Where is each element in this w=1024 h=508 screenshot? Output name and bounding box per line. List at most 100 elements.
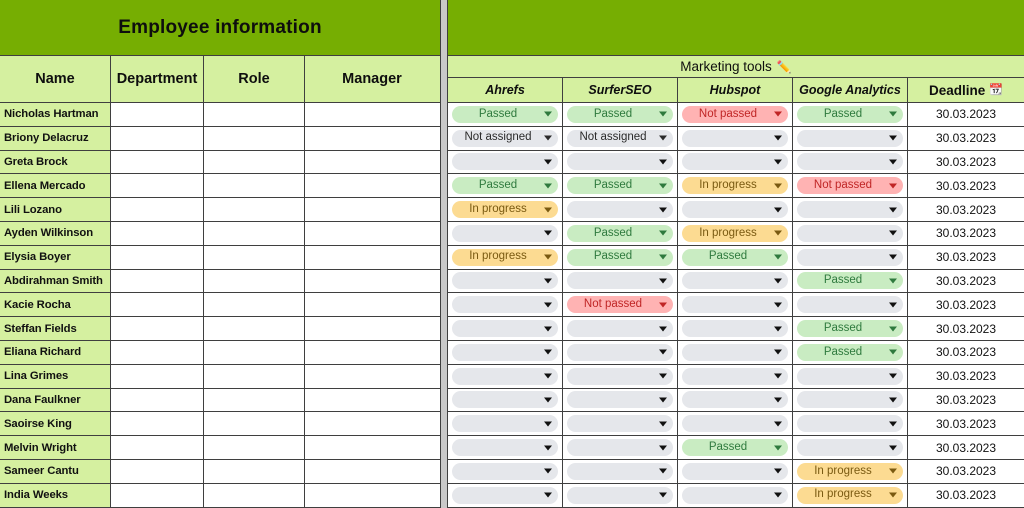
status-dropdown-google_analytics[interactable]: In progress xyxy=(797,486,903,504)
status-dropdown-surferseo[interactable] xyxy=(567,391,673,409)
table-row[interactable]: In progress 30.03.2023 xyxy=(448,198,1024,222)
chevron-down-icon[interactable] xyxy=(544,159,552,165)
cell-ahrefs[interactable] xyxy=(448,269,563,293)
column-header-deadline[interactable]: Deadline 📆 xyxy=(908,78,1024,102)
cell-surferseo[interactable]: Passed xyxy=(563,103,678,126)
cell-deadline[interactable]: 30.03.2023 xyxy=(908,221,1024,245)
chevron-down-icon[interactable] xyxy=(889,349,897,355)
chevron-down-icon[interactable] xyxy=(659,421,667,427)
cell-surferseo[interactable]: Passed xyxy=(563,245,678,269)
chevron-down-icon[interactable] xyxy=(659,183,667,189)
cell-deadline[interactable]: 30.03.2023 xyxy=(908,245,1024,269)
cell-hubspot[interactable] xyxy=(678,269,793,293)
cell-department[interactable] xyxy=(111,269,204,293)
cell-department[interactable] xyxy=(111,103,204,126)
cell-ahrefs[interactable] xyxy=(448,436,563,459)
chevron-down-icon[interactable] xyxy=(889,326,897,332)
status-dropdown-ahrefs[interactable] xyxy=(452,343,558,361)
cell-deadline[interactable]: 30.03.2023 xyxy=(908,483,1024,507)
status-dropdown-hubspot[interactable] xyxy=(682,367,788,385)
chevron-down-icon[interactable] xyxy=(544,135,552,141)
cell-department[interactable] xyxy=(111,483,204,507)
cell-name[interactable]: Sameer Cantu xyxy=(0,459,111,483)
cell-manager[interactable] xyxy=(305,412,439,436)
chevron-down-icon[interactable] xyxy=(659,111,667,117)
cell-ahrefs[interactable] xyxy=(448,388,563,412)
chevron-down-icon[interactable] xyxy=(659,230,667,236)
table-row[interactable]: 30.03.2023 xyxy=(448,388,1024,413)
cell-google-analytics[interactable] xyxy=(793,126,908,150)
table-row[interactable]: Briony Delacruz xyxy=(0,126,440,151)
status-dropdown-surferseo[interactable] xyxy=(567,153,673,171)
cell-hubspot[interactable] xyxy=(678,317,793,340)
table-row[interactable]: Passed 30.03.2023 xyxy=(448,269,1024,294)
status-dropdown-google_analytics[interactable] xyxy=(797,248,903,266)
cell-google-analytics[interactable] xyxy=(793,388,908,412)
chevron-down-icon[interactable] xyxy=(774,397,782,403)
cell-surferseo[interactable] xyxy=(563,340,678,364)
cell-role[interactable] xyxy=(204,293,305,317)
column-header-name[interactable]: Name xyxy=(0,56,111,102)
status-dropdown-hubspot[interactable] xyxy=(682,296,788,314)
chevron-down-icon[interactable] xyxy=(889,207,897,213)
status-dropdown-surferseo[interactable] xyxy=(567,415,673,433)
chevron-down-icon[interactable] xyxy=(774,492,782,498)
chevron-down-icon[interactable] xyxy=(889,111,897,117)
status-dropdown-ahrefs[interactable] xyxy=(452,224,558,242)
cell-manager[interactable] xyxy=(305,198,439,221)
cell-name[interactable]: Nicholas Hartman xyxy=(0,103,111,126)
column-header-hubspot[interactable]: Hubspot xyxy=(678,78,793,102)
status-dropdown-hubspot[interactable]: Passed xyxy=(682,248,788,266)
status-dropdown-ahrefs[interactable] xyxy=(452,153,558,171)
cell-google-analytics[interactable] xyxy=(793,198,908,221)
cell-hubspot[interactable] xyxy=(678,412,793,436)
status-dropdown-hubspot[interactable]: Not passed xyxy=(682,105,788,123)
chevron-down-icon[interactable] xyxy=(544,302,552,308)
cell-role[interactable] xyxy=(204,174,305,198)
status-dropdown-surferseo[interactable] xyxy=(567,486,673,504)
cell-hubspot[interactable]: In progress xyxy=(678,174,793,198)
chevron-down-icon[interactable] xyxy=(659,397,667,403)
status-dropdown-surferseo[interactable]: Not passed xyxy=(567,296,673,314)
cell-surferseo[interactable] xyxy=(563,483,678,507)
chevron-down-icon[interactable] xyxy=(889,373,897,379)
cell-name[interactable]: Abdirahman Smith xyxy=(0,269,111,293)
cell-department[interactable] xyxy=(111,364,204,388)
chevron-down-icon[interactable] xyxy=(659,254,667,260)
chevron-down-icon[interactable] xyxy=(889,278,897,284)
cell-deadline[interactable]: 30.03.2023 xyxy=(908,174,1024,198)
cell-deadline[interactable]: 30.03.2023 xyxy=(908,198,1024,221)
cell-ahrefs[interactable] xyxy=(448,221,563,245)
chevron-down-icon[interactable] xyxy=(774,183,782,189)
chevron-down-icon[interactable] xyxy=(544,445,552,451)
cell-name[interactable]: Saoirse King xyxy=(0,412,111,436)
status-dropdown-hubspot[interactable]: Passed xyxy=(682,439,788,457)
chevron-down-icon[interactable] xyxy=(544,326,552,332)
column-header-surferseo[interactable]: SurferSEO xyxy=(563,78,678,102)
status-dropdown-google_analytics[interactable] xyxy=(797,391,903,409)
cell-role[interactable] xyxy=(204,150,305,174)
status-dropdown-surferseo[interactable] xyxy=(567,462,673,480)
table-row[interactable]: Not assigned Not assigned 30.03.2023 xyxy=(448,126,1024,151)
chevron-down-icon[interactable] xyxy=(774,254,782,260)
cell-surferseo[interactable]: Not assigned xyxy=(563,126,678,150)
status-dropdown-google_analytics[interactable] xyxy=(797,224,903,242)
cell-google-analytics[interactable]: Not passed xyxy=(793,174,908,198)
cell-hubspot[interactable] xyxy=(678,388,793,412)
status-dropdown-surferseo[interactable]: Passed xyxy=(567,224,673,242)
status-dropdown-hubspot[interactable] xyxy=(682,201,788,219)
cell-name[interactable]: Eliana Richard xyxy=(0,340,111,364)
cell-department[interactable] xyxy=(111,221,204,245)
status-dropdown-google_analytics[interactable]: Passed xyxy=(797,272,903,290)
chevron-down-icon[interactable] xyxy=(889,468,897,474)
cell-google-analytics[interactable] xyxy=(793,293,908,317)
table-row[interactable]: Passed In progress 30.03.2023 xyxy=(448,221,1024,246)
status-dropdown-google_analytics[interactable]: Passed xyxy=(797,320,903,338)
cell-google-analytics[interactable] xyxy=(793,221,908,245)
chevron-down-icon[interactable] xyxy=(544,230,552,236)
cell-surferseo[interactable] xyxy=(563,198,678,221)
cell-hubspot[interactable] xyxy=(678,150,793,174)
cell-manager[interactable] xyxy=(305,221,439,245)
cell-surferseo[interactable] xyxy=(563,150,678,174)
status-dropdown-ahrefs[interactable] xyxy=(452,462,558,480)
